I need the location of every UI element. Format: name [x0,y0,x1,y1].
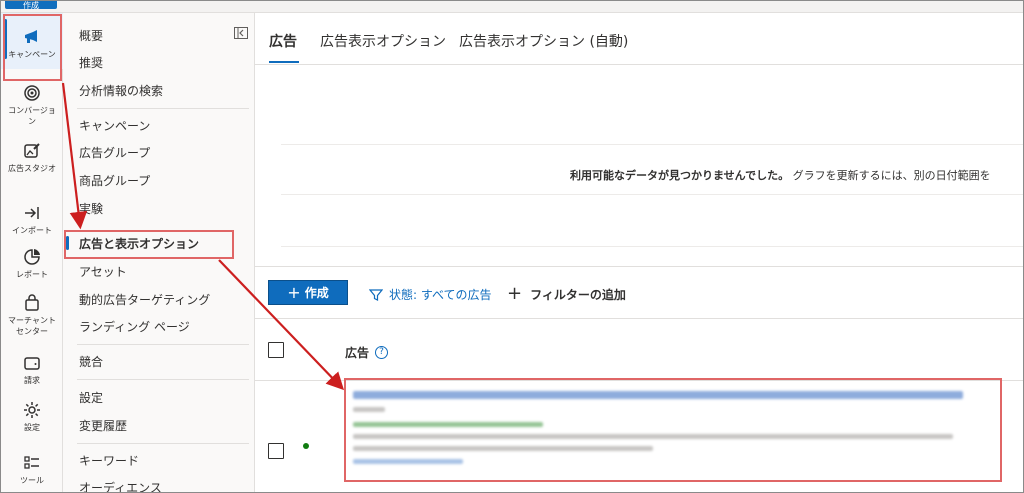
chart-gridline [281,194,1023,195]
rail-item-ad-studio[interactable]: 広告スタジオ [1,141,63,174]
active-tab-underline [269,61,299,63]
rail-item-billing[interactable]: 請求 [1,353,63,386]
row-checkbox[interactable] [268,443,284,459]
chart-gridline [281,246,1023,247]
add-filter-label: フィルターの追加 [530,287,626,302]
rail-label: インポート [12,226,52,235]
state-filter-label: 状態: すべての広告 [389,288,492,302]
tools-list-icon [24,456,39,469]
nav-item-experiments[interactable]: 実験 [79,200,103,217]
annotation-box-ad-row [344,378,1002,482]
rail-label: 広告スタジオ [8,164,56,173]
chart-pie-icon [24,249,40,265]
add-filter-button[interactable]: + フィルターの追加 [507,285,626,303]
rail-label: レポート [16,270,48,279]
no-data-bold: 利用可能なデータが見つかりませんでした。 [570,169,790,182]
target-icon [24,85,40,101]
create-mini-button[interactable]: 作成 [5,1,57,10]
no-data-rest: グラフを更新するには、別の日付範囲を [789,169,991,182]
nav-item-assets[interactable]: アセット [79,263,127,280]
wallet-icon [24,357,40,370]
plus-icon: + [287,282,301,302]
app-window: 作成 キャンペーン コンバージョン 広告スタジオ インポート レポート マーチャ… [0,0,1024,493]
help-icon[interactable]: ? [375,346,389,359]
nav-item-product-groups[interactable]: 商品グループ [79,172,150,189]
table-header: 広告 ? [255,318,1023,381]
create-button-label: 作成 [304,286,329,300]
top-strip: 作成 [1,1,1023,13]
nav-divider [77,344,249,345]
nav-item-landing-pages[interactable]: ランディング ページ [79,318,190,335]
tab-ads[interactable]: 広告 [269,31,297,51]
import-icon [25,207,39,219]
rail-label: 請求 [24,376,40,385]
grid-toolbar: + 作成 状態: すべての広告 + フィルターの追加 [255,266,1023,318]
nav-item-campaigns[interactable]: キャンペーン [79,117,150,134]
performance-chart-area: 利用可能なデータが見つかりませんでした。 グラフを更新するには、別の日付範囲を [255,66,1023,266]
state-filter[interactable]: 状態: すべての広告 [369,286,492,303]
column-header-ad-label: 広告 [345,346,370,360]
nav-divider [77,108,249,109]
nav-item-settings[interactable]: 設定 [79,389,103,406]
rail-label: マーチャント センター [8,316,56,336]
rail-item-settings[interactable]: 設定 [1,400,63,433]
rail-item-import[interactable]: インポート [1,203,63,236]
rail-label: 設定 [24,423,40,432]
nav-item-audiences[interactable]: オーディエンス [79,479,162,492]
nav-item-ad-groups[interactable]: 広告グループ [79,144,150,161]
collapse-panel-icon[interactable] [234,27,248,39]
status-dot-active [303,443,309,449]
tab-ad-extensions-auto[interactable]: 広告表示オプション (自動) [459,31,628,51]
nav-item-insights-search[interactable]: 分析情報の検索 [79,82,163,99]
annotation-box-ads-nav [64,230,234,259]
rail-item-tools[interactable]: ツール [1,453,63,486]
select-all-checkbox[interactable] [268,342,284,358]
nav-item-overview[interactable]: 概要 [79,27,103,44]
rail-item-reports[interactable]: レポート [1,247,63,280]
icon-rail: キャンペーン コンバージョン 広告スタジオ インポート レポート マーチャント … [1,13,63,492]
nav-divider [77,443,249,444]
nav-item-keywords[interactable]: キーワード [79,452,139,469]
nav-item-dynamic-ad-targets[interactable]: 動的広告ターゲティング [79,291,210,308]
tab-ad-extensions[interactable]: 広告表示オプション [320,31,446,51]
nav-item-competition[interactable]: 競合 [79,353,103,370]
create-button[interactable]: + 作成 [268,280,348,305]
image-edit-icon [24,143,40,158]
shopping-bag-icon [25,294,39,311]
nav-divider [77,379,249,380]
filter-funnel-icon [369,288,383,301]
no-data-message: 利用可能なデータが見つかりませんでした。 グラフを更新するには、別の日付範囲を [570,167,991,183]
rail-item-conversions[interactable]: コンバージョン [1,83,63,127]
nav-item-recommendations[interactable]: 推奨 [79,54,103,71]
rail-item-merchant-center[interactable]: マーチャント センター [1,293,63,337]
rail-label: ツール [20,476,44,485]
column-header-ad[interactable]: 広告 ? [345,344,389,361]
nav-item-change-history[interactable]: 変更履歴 [79,417,127,434]
annotation-box-campaigns [3,14,62,81]
chart-gridline [281,144,1023,145]
tab-bar: 広告 広告表示オプション 広告表示オプション (自動) [255,13,1023,65]
plus-icon: + [507,283,523,304]
gear-icon [24,402,40,418]
rail-label: コンバージョン [8,106,56,126]
